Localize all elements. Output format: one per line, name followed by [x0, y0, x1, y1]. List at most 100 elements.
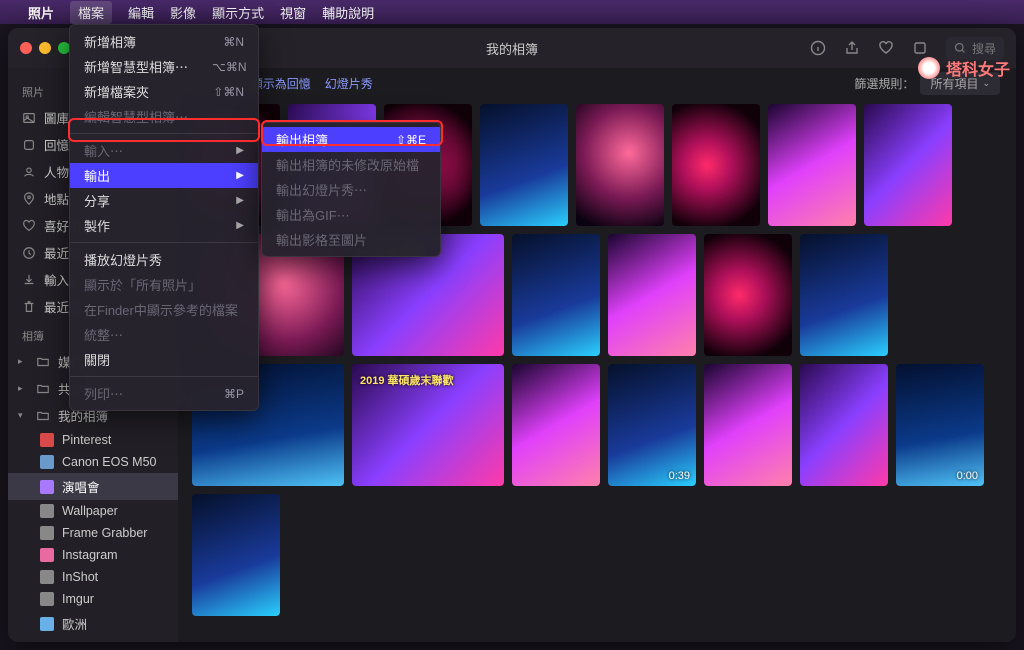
file-menu[interactable]: 新增相簿⌘N新增智慧型相簿⋯⌥⌘N新增檔案夾⇧⌘N編輯智慧型相簿⋯ 輸入⋯▶輸出▶… — [69, 24, 259, 411]
sidebar-album-item[interactable]: Frame Grabber — [8, 522, 178, 544]
album-thumb-icon — [40, 592, 54, 606]
sidebar-album-item[interactable]: Instagram — [8, 544, 178, 566]
watermark-logo-icon — [918, 57, 940, 79]
slideshow-link[interactable]: 幻燈片秀 — [325, 75, 373, 92]
video-duration: 0:00 — [957, 470, 978, 482]
photo-icon — [22, 111, 36, 125]
menubar-image[interactable]: 影像 — [170, 3, 196, 22]
sidebar-album-item[interactable]: Wallpaper — [8, 500, 178, 522]
show-memories-link[interactable]: 顯示為回憶 — [251, 75, 311, 92]
menu-item[interactable]: 新增智慧型相簿⋯⌥⌘N — [70, 54, 258, 79]
menu-item: 輸出影格至圖片 — [262, 227, 440, 252]
folder-icon — [36, 382, 50, 396]
sidebar-album-item[interactable]: Imgur — [8, 588, 178, 610]
sidebar-album-item[interactable]: 食物 — [8, 637, 178, 642]
photo-thumbnail[interactable] — [512, 234, 600, 356]
pin-icon — [22, 192, 36, 206]
import-icon — [22, 273, 36, 287]
photo-thumbnail[interactable] — [608, 234, 696, 356]
export-submenu[interactable]: 輸出相簿⇧⌘E輸出相簿的未修改原始檔輸出幻燈片秀⋯輸出為GIF⋯輸出影格至圖片 — [261, 122, 441, 257]
photo-thumbnail[interactable] — [704, 364, 792, 486]
shortcut: ⌘P — [224, 387, 244, 401]
menubar-app[interactable]: 照片 — [28, 3, 54, 22]
menu-item: 在Finder中顯示參考的檔案 — [70, 297, 258, 322]
heart-icon — [22, 219, 36, 233]
search-icon — [954, 42, 966, 54]
photo-thumbnail[interactable] — [800, 364, 888, 486]
menubar-view[interactable]: 顯示方式 — [212, 3, 264, 22]
trash-icon — [22, 300, 36, 314]
close-button[interactable] — [20, 42, 32, 54]
menu-item: 輸出為GIF⋯ — [262, 202, 440, 227]
menubar-window[interactable]: 視窗 — [280, 3, 306, 22]
video-duration: 0:39 — [669, 470, 690, 482]
album-thumb-icon — [40, 433, 54, 447]
photo-thumbnail[interactable] — [480, 104, 568, 226]
disclosure-icon[interactable]: ▸ — [18, 356, 28, 367]
sidebar-album-item[interactable]: 演唱會 — [8, 473, 178, 500]
clock-icon — [22, 246, 36, 260]
photo-thumbnail[interactable] — [192, 494, 280, 616]
submenu-arrow-icon: ▶ — [236, 220, 244, 231]
photo-thumbnail[interactable] — [768, 104, 856, 226]
submenu-arrow-icon: ▶ — [236, 145, 244, 156]
menubar-help[interactable]: 輔助說明 — [322, 3, 374, 22]
menu-item[interactable]: 輸出▶ — [70, 163, 258, 188]
photo-thumbnail[interactable] — [512, 364, 600, 486]
menu-item[interactable]: 輸出相簿⇧⌘E — [262, 127, 440, 152]
menu-item[interactable]: 新增檔案夾⇧⌘N — [70, 79, 258, 104]
album-thumb-icon — [40, 480, 54, 494]
menu-item: 顯示於「所有照片」 — [70, 272, 258, 297]
submenu-arrow-icon: ▶ — [236, 195, 244, 206]
menu-item[interactable]: 關閉 — [70, 347, 258, 372]
menu-item[interactable]: 新增相簿⌘N — [70, 29, 258, 54]
menu-item: 統整⋯ — [70, 322, 258, 347]
menu-item[interactable]: 分享▶ — [70, 188, 258, 213]
sidebar-album-item[interactable]: Pinterest — [8, 429, 178, 451]
favorite-icon[interactable] — [878, 40, 894, 56]
people-icon — [22, 165, 36, 179]
submenu-arrow-icon: ▶ — [236, 170, 244, 181]
rotate-icon[interactable] — [912, 40, 928, 56]
album-thumb-icon — [40, 455, 54, 469]
window-title: 我的相簿 — [486, 39, 538, 58]
menu-item: 輸入⋯▶ — [70, 138, 258, 163]
photo-thumbnail[interactable] — [576, 104, 664, 226]
photo-thumbnail[interactable] — [672, 104, 760, 226]
photo-thumbnail[interactable]: 0:00 — [896, 364, 984, 486]
sidebar-album-item[interactable]: InShot — [8, 566, 178, 588]
disclosure-icon[interactable]: ▸ — [18, 383, 28, 394]
album-thumb-icon — [40, 570, 54, 584]
share-icon[interactable] — [844, 40, 860, 56]
menubar-edit[interactable]: 編輯 — [128, 3, 154, 22]
folder-icon — [36, 355, 50, 369]
shortcut: ⇧⌘E — [396, 133, 426, 147]
photo-thumbnail[interactable]: 0:39 — [608, 364, 696, 486]
photo-thumbnail[interactable] — [704, 234, 792, 356]
minimize-button[interactable] — [39, 42, 51, 54]
sidebar-album-item[interactable]: 歐洲 — [8, 610, 178, 637]
shortcut: ⇧⌘N — [213, 85, 244, 99]
shortcut: ⌘N — [223, 35, 244, 49]
album-thumb-icon — [40, 526, 54, 540]
menu-item: 列印⋯⌘P — [70, 381, 258, 406]
menubar-file[interactable]: 檔案 — [70, 1, 112, 24]
photo-thumbnail[interactable] — [864, 104, 952, 226]
album-thumb-icon — [40, 548, 54, 562]
shortcut: ⌥⌘N — [212, 60, 247, 74]
menu-item: 輸出幻燈片秀⋯ — [262, 177, 440, 202]
album-thumb-icon — [40, 504, 54, 518]
photo-thumbnail[interactable] — [800, 234, 888, 356]
menu-item: 輸出相簿的未修改原始檔 — [262, 152, 440, 177]
watermark: 塔科女子 — [918, 56, 1010, 80]
filter-label: 篩選規則： — [854, 75, 914, 92]
album-thumb-icon — [40, 617, 54, 631]
menu-item[interactable]: 播放幻燈片秀 — [70, 247, 258, 272]
info-icon[interactable] — [810, 40, 826, 56]
disclosure-icon[interactable]: ▾ — [18, 410, 28, 421]
sidebar-album-item[interactable]: Canon EOS M50 — [8, 451, 178, 473]
folder-icon — [36, 409, 50, 423]
menu-item[interactable]: 製作▶ — [70, 213, 258, 238]
photo-thumbnail[interactable]: 2019 華碩歲末聯歡 — [352, 364, 504, 486]
menu-item: 編輯智慧型相簿⋯ — [70, 104, 258, 129]
